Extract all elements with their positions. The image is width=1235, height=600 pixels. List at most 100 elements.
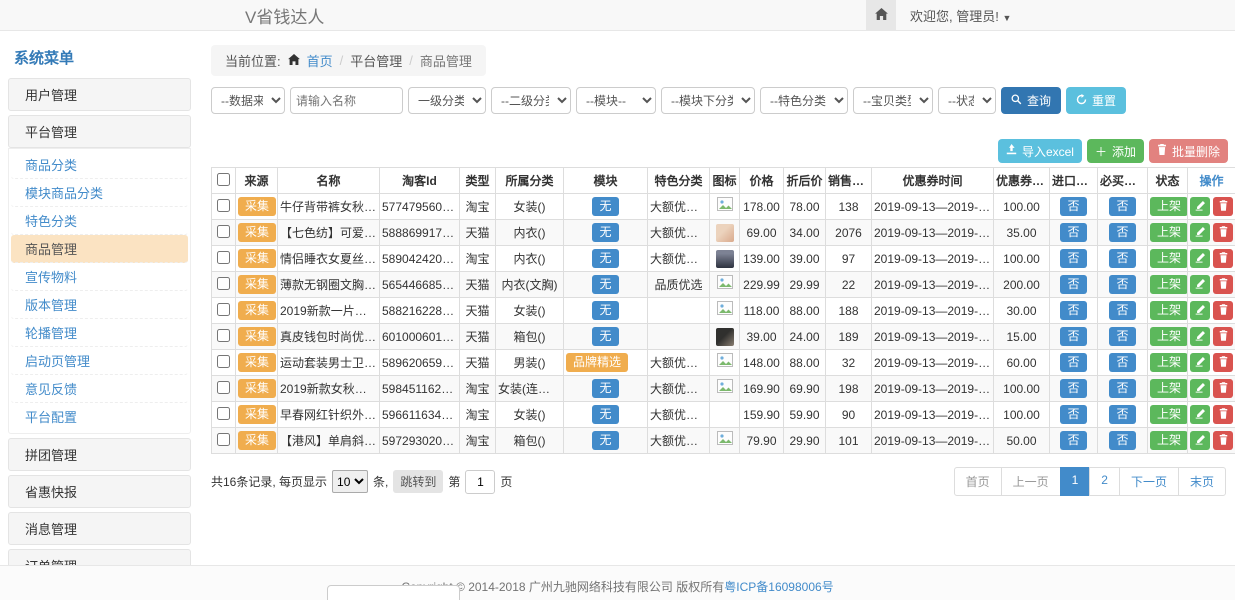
module-subcategory-select[interactable]: --模块下分类--: [661, 87, 755, 114]
import-excel-button[interactable]: 导入excel: [998, 139, 1082, 163]
row-checkbox[interactable]: [217, 303, 230, 316]
import-pick-toggle[interactable]: 否: [1060, 379, 1086, 398]
sidebar-subitem-轮播管理[interactable]: 轮播管理: [11, 319, 188, 347]
status-badge[interactable]: 上架: [1150, 301, 1188, 320]
status-select[interactable]: --状态--: [938, 87, 996, 114]
edit-button[interactable]: [1190, 353, 1210, 372]
must-buy-toggle[interactable]: 否: [1109, 379, 1135, 398]
pager-button-2[interactable]: 2: [1089, 467, 1120, 496]
pager-button-末页[interactable]: 末页: [1178, 467, 1226, 496]
must-buy-toggle[interactable]: 否: [1109, 431, 1135, 450]
level1-category-select[interactable]: 一级分类: [408, 87, 486, 114]
status-badge[interactable]: 上架: [1150, 223, 1188, 242]
import-pick-toggle[interactable]: 否: [1060, 197, 1086, 216]
sidebar-subitem-意见反馈[interactable]: 意见反馈: [11, 375, 188, 403]
status-badge[interactable]: 上架: [1150, 327, 1188, 346]
module-none-badge[interactable]: 无: [592, 275, 618, 294]
icp-link[interactable]: 粤ICP备16098006号: [724, 580, 833, 594]
must-buy-toggle[interactable]: 否: [1109, 405, 1135, 424]
delete-button[interactable]: [1213, 301, 1233, 320]
sidebar-item-消息管理[interactable]: 消息管理: [8, 512, 191, 545]
select-all-checkbox[interactable]: [217, 173, 230, 186]
user-menu[interactable]: 欢迎您, 管理员! ▼: [910, 6, 1011, 25]
name-search-input[interactable]: [290, 87, 403, 114]
home-nav-button[interactable]: [866, 0, 896, 30]
edit-button[interactable]: [1190, 327, 1210, 346]
row-checkbox[interactable]: [217, 225, 230, 238]
sidebar-subitem-版本管理[interactable]: 版本管理: [11, 291, 188, 319]
breadcrumb-home-link[interactable]: 首页: [307, 51, 333, 70]
status-badge[interactable]: 上架: [1150, 405, 1188, 424]
delete-button[interactable]: [1213, 327, 1233, 346]
delete-button[interactable]: [1213, 353, 1233, 372]
edit-button[interactable]: [1190, 301, 1210, 320]
sidebar-subitem-平台配置[interactable]: 平台配置: [11, 403, 188, 430]
delete-button[interactable]: [1213, 379, 1233, 398]
import-pick-toggle[interactable]: 否: [1060, 405, 1086, 424]
row-checkbox[interactable]: [217, 355, 230, 368]
must-buy-toggle[interactable]: 否: [1109, 327, 1135, 346]
module-none-badge[interactable]: 无: [592, 431, 618, 450]
reset-button[interactable]: 重置: [1066, 87, 1126, 114]
row-checkbox[interactable]: [217, 433, 230, 446]
import-pick-toggle[interactable]: 否: [1060, 353, 1086, 372]
module-none-badge[interactable]: 无: [592, 379, 618, 398]
must-buy-toggle[interactable]: 否: [1109, 223, 1135, 242]
row-checkbox[interactable]: [217, 329, 230, 342]
status-badge[interactable]: 上架: [1150, 275, 1188, 294]
delete-button[interactable]: [1213, 405, 1233, 424]
edit-button[interactable]: [1190, 431, 1210, 450]
must-buy-toggle[interactable]: 否: [1109, 249, 1135, 268]
must-buy-toggle[interactable]: 否: [1109, 301, 1135, 320]
edit-button[interactable]: [1190, 197, 1210, 216]
delete-button[interactable]: [1213, 249, 1233, 268]
query-button[interactable]: 查询: [1001, 87, 1061, 114]
sidebar-subitem-商品管理[interactable]: 商品管理: [11, 235, 188, 263]
row-checkbox[interactable]: [217, 407, 230, 420]
delete-button[interactable]: [1213, 275, 1233, 294]
per-page-select[interactable]: 10: [332, 470, 368, 493]
level2-category-select[interactable]: --二级分类--: [491, 87, 571, 114]
jump-button[interactable]: 跳转到: [393, 470, 443, 493]
status-badge[interactable]: 上架: [1150, 249, 1188, 268]
edit-button[interactable]: [1190, 379, 1210, 398]
page-number-input[interactable]: [465, 470, 495, 494]
sidebar-item-省惠快报[interactable]: 省惠快报: [8, 475, 191, 508]
data-source-select[interactable]: --数据来源--: [211, 87, 285, 114]
row-checkbox[interactable]: [217, 199, 230, 212]
module-none-badge[interactable]: 无: [592, 223, 618, 242]
sidebar-item-平台管理[interactable]: 平台管理: [8, 115, 191, 148]
sidebar-subitem-启动页管理[interactable]: 启动页管理: [11, 347, 188, 375]
module-none-badge[interactable]: 无: [592, 249, 618, 268]
edit-button[interactable]: [1190, 249, 1210, 268]
module-none-badge[interactable]: 无: [592, 301, 618, 320]
row-checkbox[interactable]: [217, 277, 230, 290]
status-badge[interactable]: 上架: [1150, 431, 1188, 450]
status-badge[interactable]: 上架: [1150, 379, 1188, 398]
module-none-badge[interactable]: 无: [592, 405, 618, 424]
must-buy-toggle[interactable]: 否: [1109, 275, 1135, 294]
sidebar-subitem-特色分类[interactable]: 特色分类: [11, 207, 188, 235]
sidebar-subitem-商品分类[interactable]: 商品分类: [11, 151, 188, 179]
pager-button-下一页[interactable]: 下一页: [1119, 467, 1179, 496]
row-checkbox[interactable]: [217, 251, 230, 264]
import-pick-toggle[interactable]: 否: [1060, 327, 1086, 346]
import-pick-toggle[interactable]: 否: [1060, 223, 1086, 242]
sidebar-subitem-宣传物料[interactable]: 宣传物料: [11, 263, 188, 291]
edit-button[interactable]: [1190, 223, 1210, 242]
batch-delete-button[interactable]: 批量删除: [1149, 139, 1228, 163]
delete-button[interactable]: [1213, 223, 1233, 242]
import-pick-toggle[interactable]: 否: [1060, 431, 1086, 450]
import-pick-toggle[interactable]: 否: [1060, 249, 1086, 268]
row-checkbox[interactable]: [217, 381, 230, 394]
status-badge[interactable]: 上架: [1150, 353, 1188, 372]
feature-category-select[interactable]: --特色分类--: [760, 87, 848, 114]
add-button[interactable]: ＋ 添加: [1087, 139, 1144, 163]
edit-button[interactable]: [1190, 405, 1210, 424]
pager-button-1[interactable]: 1: [1060, 467, 1091, 496]
item-type-select[interactable]: --宝贝类型--: [853, 87, 933, 114]
delete-button[interactable]: [1213, 431, 1233, 450]
must-buy-toggle[interactable]: 否: [1109, 197, 1135, 216]
sidebar-item-用户管理[interactable]: 用户管理: [8, 78, 191, 111]
module-none-badge[interactable]: 无: [592, 327, 618, 346]
